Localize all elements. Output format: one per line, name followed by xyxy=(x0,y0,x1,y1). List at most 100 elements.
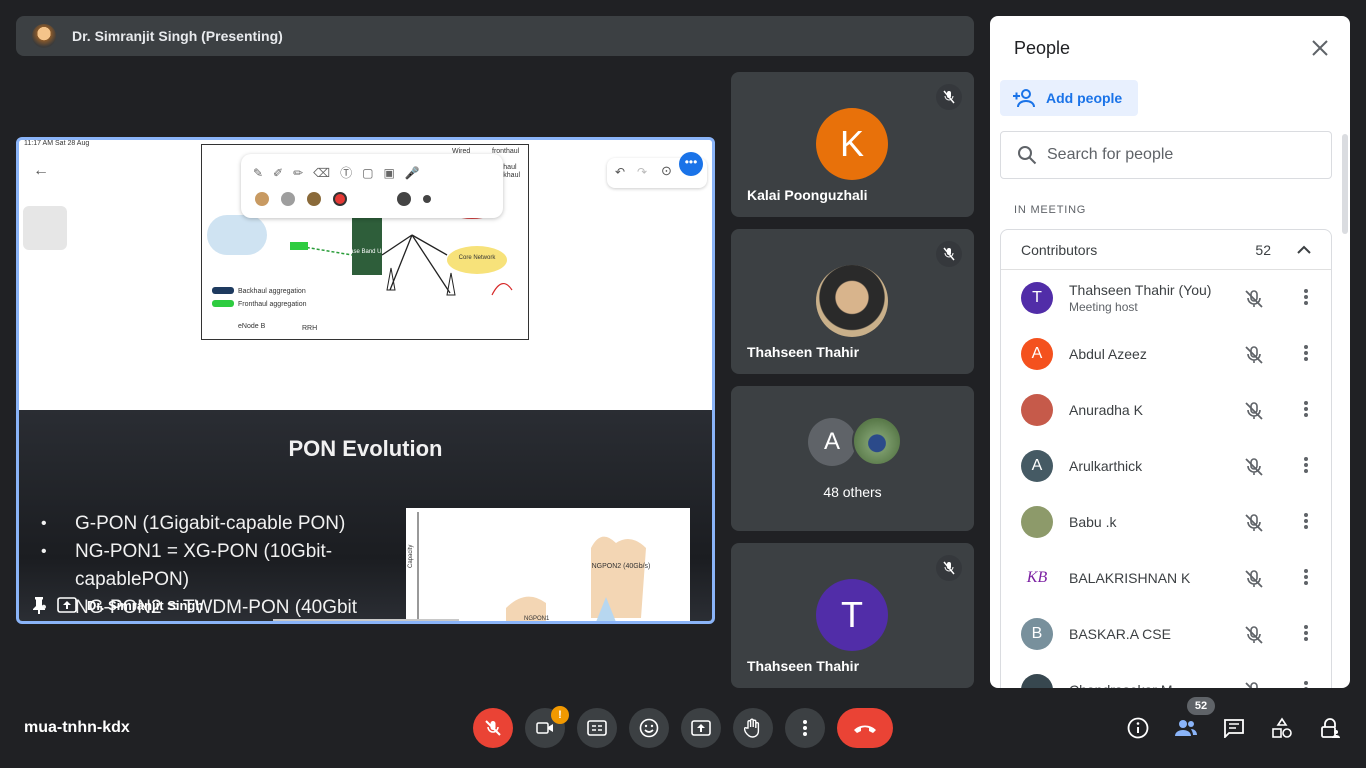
color-swatch[interactable] xyxy=(255,192,269,206)
more-vert-icon[interactable] xyxy=(1303,400,1309,423)
mic-off-icon xyxy=(936,241,962,267)
more-options-button[interactable] xyxy=(785,708,825,748)
color-swatch[interactable] xyxy=(281,192,295,206)
more-vert-icon[interactable] xyxy=(1303,456,1309,479)
participant-name: Thahseen Thahir xyxy=(747,344,860,360)
add-people-button[interactable]: Add people xyxy=(1000,80,1138,116)
mic-off-icon[interactable] xyxy=(1243,456,1265,483)
pin-icon[interactable] xyxy=(31,596,47,614)
rrh-label: RRH xyxy=(302,325,317,332)
participant-info: Arulkarthick xyxy=(1069,458,1142,474)
participant-info: BALAKRISHNAN K xyxy=(1069,570,1190,586)
participant-role: Meeting host xyxy=(1069,300,1138,314)
more-vert-icon[interactable] xyxy=(1303,568,1309,591)
more-circle-icon[interactable]: ⊙ xyxy=(661,163,672,179)
reactions-button[interactable] xyxy=(629,708,669,748)
chevron-up-icon[interactable] xyxy=(1297,245,1311,255)
participant-name: Thahseen Thahir (You) xyxy=(1069,282,1212,298)
more-vert-icon[interactable] xyxy=(1303,344,1309,367)
mic-off-icon[interactable] xyxy=(1243,680,1265,688)
participant-row[interactable]: KB BALAKRISHNAN K xyxy=(1001,550,1331,606)
stroke-size[interactable] xyxy=(397,192,411,206)
meeting-details-button[interactable] xyxy=(1118,708,1158,748)
participant-row[interactable]: B BASKAR.A CSE xyxy=(1001,606,1331,662)
drawing-toolbar[interactable]: ✎✐✏⌫Ⓣ▢▣🎤 xyxy=(241,154,503,218)
avatar xyxy=(1021,674,1053,688)
more-vert-icon xyxy=(803,720,807,736)
others-tile[interactable]: A 48 others xyxy=(731,386,974,531)
redo-icon[interactable]: ↷ xyxy=(637,165,647,179)
bullet-item: G-PON (1Gigabit-capable PON) xyxy=(41,510,375,538)
participant-row[interactable]: T Thahseen Thahir (You) Meeting host xyxy=(1001,270,1331,326)
close-icon[interactable] xyxy=(1308,36,1332,60)
chat-button[interactable] xyxy=(1214,708,1254,748)
participant-row[interactable]: Anuradha K xyxy=(1001,382,1331,438)
slide-title: PON Evolution xyxy=(288,436,443,461)
mic-off-icon[interactable] xyxy=(1243,400,1265,427)
host-controls-button[interactable] xyxy=(1310,708,1350,748)
more-options-icon[interactable]: ••• xyxy=(679,152,703,176)
screen-owner-label: Dr. Simranjit Singh xyxy=(31,596,203,614)
color-swatch-selected[interactable] xyxy=(333,192,347,206)
avatar: T xyxy=(1021,282,1053,314)
more-vert-icon[interactable] xyxy=(1303,624,1309,647)
color-swatch[interactable] xyxy=(307,192,321,206)
add-person-icon xyxy=(1013,89,1035,108)
present-now-button[interactable] xyxy=(681,708,721,748)
leave-call-button[interactable] xyxy=(837,708,893,748)
undo-icon[interactable]: ↶ xyxy=(615,165,625,179)
camera-alert-badge: ! xyxy=(551,706,569,724)
contributors-list: Contributors 52 T Thahseen Thahir (You) Me… xyxy=(1000,229,1332,688)
participant-tile[interactable]: T Thahseen Thahir xyxy=(731,543,974,688)
fronthaul-aggregation-label: Fronthaul aggregation xyxy=(238,301,307,308)
participant-info: Abdul Azeez xyxy=(1069,346,1147,362)
participant-row[interactable]: Chandrasekar M xyxy=(1001,662,1331,688)
participant-row[interactable]: A Arulkarthick xyxy=(1001,438,1331,494)
search-placeholder: Search for people xyxy=(1047,146,1174,163)
search-people-input[interactable]: Search for people xyxy=(1000,131,1332,179)
backhaul-aggregation-label: Backhaul aggregation xyxy=(238,288,306,295)
avatar: A xyxy=(1021,338,1053,370)
mic-off-icon xyxy=(936,84,962,110)
captions-button[interactable] xyxy=(577,708,617,748)
activities-icon xyxy=(1272,717,1292,738)
shared-screen[interactable]: 11:17 AM Sat 28 Aug ← Base Band Unit Cor… xyxy=(16,137,715,624)
avatar xyxy=(816,265,888,337)
raise-hand-button[interactable] xyxy=(733,708,773,748)
participant-row[interactable]: A Abdul Azeez xyxy=(1001,326,1331,382)
avatar: KB xyxy=(1021,562,1053,594)
activities-button[interactable] xyxy=(1262,708,1302,748)
participant-row[interactable]: Babu .k xyxy=(1001,494,1331,550)
chat-icon xyxy=(1224,719,1244,738)
emoji-icon xyxy=(639,718,659,738)
mic-off-icon[interactable] xyxy=(1243,512,1265,539)
mic-off-icon[interactable] xyxy=(1243,288,1265,315)
mic-off-icon[interactable] xyxy=(1243,624,1265,651)
camera-toggle-button[interactable]: ! xyxy=(525,706,569,748)
mic-off-icon[interactable] xyxy=(1243,344,1265,371)
participant-name: Abdul Azeez xyxy=(1069,346,1147,362)
people-panel: People Add people Search for people IN M… xyxy=(990,16,1350,688)
participant-tile[interactable]: K Kalai Poonguzhali xyxy=(731,72,974,217)
mic-off-icon[interactable] xyxy=(1243,568,1265,595)
in-meeting-heading: IN MEETING xyxy=(1014,204,1087,216)
more-vert-icon[interactable] xyxy=(1303,680,1309,688)
contributors-header[interactable]: Contributors 52 xyxy=(1001,230,1331,270)
participant-tile[interactable]: Thahseen Thahir xyxy=(731,229,974,374)
more-vert-icon[interactable] xyxy=(1303,288,1309,311)
avatar: T xyxy=(816,579,888,651)
pen-tools-icon[interactable]: ✎✐✏⌫Ⓣ▢▣🎤 xyxy=(253,164,430,181)
people-count-badge: 52 xyxy=(1187,697,1215,715)
bbu-label: Base Band Unit xyxy=(346,249,388,255)
avatar xyxy=(1021,394,1053,426)
panel-scrollbar[interactable] xyxy=(1342,134,1348,234)
meeting-code: mua-tnhn-kdx xyxy=(24,719,130,736)
participant-info: BASKAR.A CSE xyxy=(1069,626,1171,642)
participant-info: Babu .k xyxy=(1069,514,1116,530)
ngpon1-label: NGPON1 xyxy=(524,616,550,622)
participant-name: Anuradha K xyxy=(1069,402,1143,418)
graph-ylabel: Capacity xyxy=(408,545,414,568)
stroke-size[interactable] xyxy=(423,195,431,203)
more-vert-icon[interactable] xyxy=(1303,512,1309,535)
mic-toggle-button[interactable] xyxy=(473,708,513,748)
